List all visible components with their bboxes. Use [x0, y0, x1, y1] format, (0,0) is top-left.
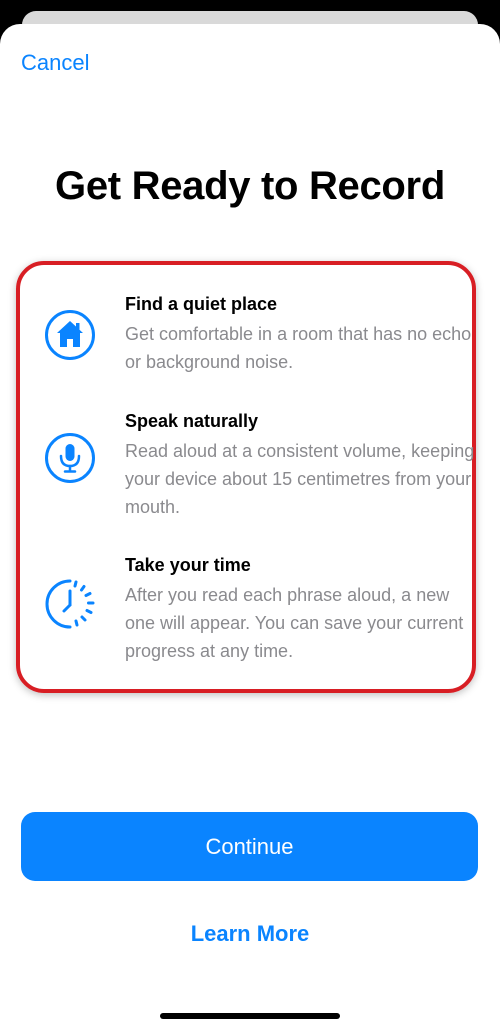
learn-more-link[interactable]: Learn More	[0, 921, 500, 947]
feature-title: Take your time	[125, 555, 251, 575]
modal-sheet: Cancel Get Ready to Record Find a quiet …	[0, 24, 500, 1028]
home-indicator	[160, 1013, 340, 1019]
house-icon	[43, 308, 97, 362]
feature-description: After you read each phrase aloud, a new …	[125, 585, 464, 661]
progress-timer-icon	[43, 577, 97, 631]
continue-button[interactable]: Continue	[21, 812, 478, 881]
page-title: Get Ready to Record	[55, 164, 445, 208]
cancel-button[interactable]: Cancel	[21, 50, 89, 76]
feature-description: Read aloud at a consistent volume, keepi…	[125, 441, 475, 517]
feature-description: Get comfortable in a room that has no ec…	[125, 324, 472, 372]
feature-title: Find a quiet place	[125, 294, 278, 314]
microphone-icon	[43, 431, 97, 485]
feature-title: Speak naturally	[125, 411, 259, 431]
